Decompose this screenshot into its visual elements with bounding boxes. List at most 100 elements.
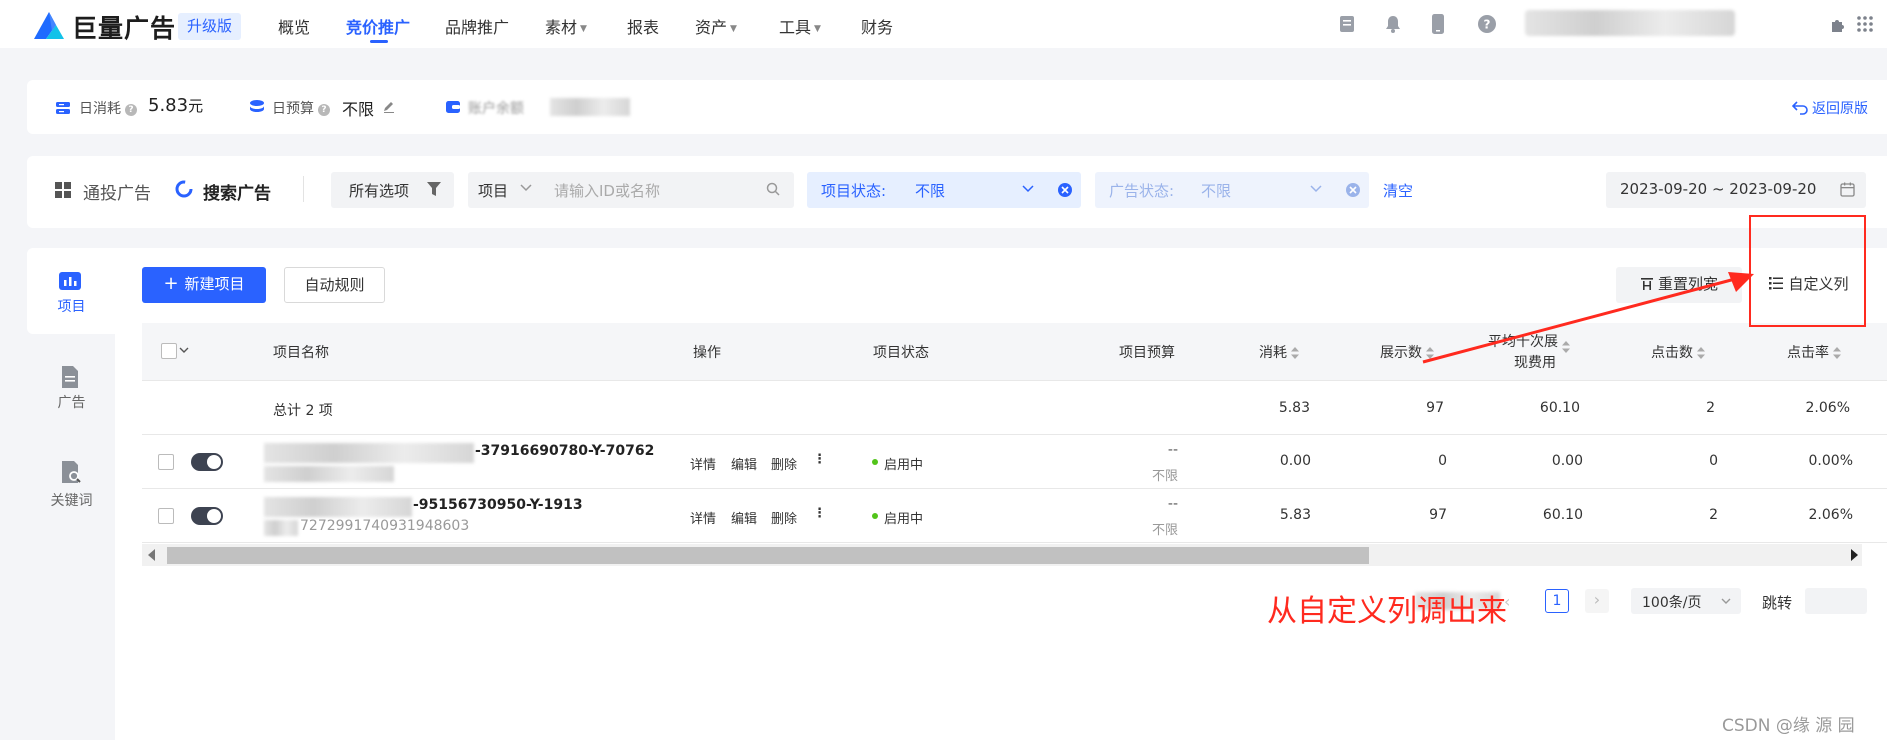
return-old-version-link[interactable]: 返回原版 [1812, 98, 1868, 118]
sidebar-item-ad[interactable]: 广告 [14, 392, 129, 412]
chevron-down-icon[interactable] [520, 184, 532, 192]
filter-funnel-icon [427, 182, 441, 197]
daily-budget-label: 日预算? [272, 98, 330, 118]
help-icon[interactable]: ? [1477, 14, 1497, 34]
column-header-ctr-label: 点击率 [1787, 345, 1829, 361]
edit-link[interactable]: 编辑 [731, 454, 757, 473]
select-all-checkbox[interactable] [161, 343, 177, 359]
column-header-status[interactable]: 项目状态 [873, 342, 929, 362]
column-header-budget[interactable]: 项目预算 [1119, 342, 1175, 362]
budget-dash: -- [1167, 496, 1178, 512]
clear-circle-icon[interactable] [1345, 182, 1361, 198]
help-icon[interactable]: ? [125, 104, 137, 116]
sort-icon[interactable] [1833, 347, 1841, 359]
tab-divider [303, 176, 304, 202]
nav-item-tools[interactable]: 工具 ▼ [779, 14, 821, 38]
project-chart-icon[interactable] [59, 270, 81, 290]
general-ads-grid-icon [55, 182, 71, 198]
row-name-blurred [264, 443, 474, 463]
nav-item-bidding[interactable]: 竞价推广 [346, 14, 410, 38]
scrollbar-thumb[interactable] [167, 547, 1369, 564]
chevron-down-icon [1022, 185, 1034, 193]
more-vertical-icon[interactable]: ⋮ [813, 506, 826, 521]
account-name-blurred[interactable] [1525, 10, 1735, 36]
column-header-impressions-label: 展示数 [1380, 345, 1422, 361]
chevron-down-icon [1721, 598, 1731, 605]
sidebar-item-keyword[interactable]: 关键词 [14, 490, 129, 510]
details-link[interactable]: 详情 [690, 508, 716, 527]
logo-text[interactable]: 巨量广告 [72, 9, 176, 45]
scroll-left-arrow-icon[interactable] [148, 549, 156, 561]
row-checkbox[interactable] [158, 454, 174, 470]
app-grid-icon[interactable] [1855, 14, 1875, 34]
row-checkbox[interactable] [158, 508, 174, 524]
keyword-search-doc-icon[interactable] [60, 461, 82, 483]
toggle-knob [207, 509, 221, 523]
chevron-down-icon[interactable] [179, 347, 189, 354]
auto-rules-button[interactable]: 自动规则 [284, 267, 385, 303]
next-page-chevron-icon[interactable]: › [1585, 589, 1609, 613]
upgrade-badge[interactable]: 升级版 [178, 13, 242, 40]
scroll-right-arrow-icon[interactable] [1850, 549, 1858, 561]
delete-link[interactable]: 删除 [771, 454, 797, 473]
column-header-ctr[interactable]: 点击率 [1787, 342, 1841, 362]
more-vertical-icon[interactable]: ⋮ [813, 452, 826, 467]
nav-item-materials[interactable]: 素材 ▼ [545, 14, 587, 38]
return-arrow-icon[interactable] [1792, 99, 1808, 115]
ad-status-select[interactable]: 广告状态: 不限 [1095, 172, 1369, 208]
edit-link[interactable]: 编辑 [731, 508, 757, 527]
project-id: 7272991740931948603 [300, 518, 470, 534]
clear-filters-link[interactable]: 清空 [1383, 180, 1413, 201]
new-project-label: 新建项目 [184, 275, 245, 293]
status-text: 启用中 [884, 512, 924, 527]
page-number-current[interactable]: 1 [1545, 589, 1569, 613]
row-avg-cpm: 0.00 [1551, 453, 1583, 469]
total-ctr: 2.06% [1805, 400, 1850, 416]
clear-circle-icon[interactable] [1057, 182, 1073, 198]
tab-search-ads[interactable]: 搜索广告 [203, 179, 271, 204]
column-header-spend[interactable]: 消耗 [1259, 342, 1299, 362]
details-link[interactable]: 详情 [690, 454, 716, 473]
row-impressions: 97 [1429, 507, 1447, 523]
nav-item-assets[interactable]: 资产 ▼ [695, 14, 737, 38]
edit-pencil-icon[interactable] [382, 100, 396, 114]
total-spend: 5.83 [1278, 400, 1310, 416]
project-status-select[interactable]: 项目状态: 不限 [807, 172, 1081, 208]
ocean-engine-logo-icon[interactable] [30, 10, 68, 40]
ad-document-icon[interactable] [60, 366, 80, 388]
new-project-button[interactable]: + 新建项目 [142, 267, 266, 303]
row-ctr: 2.06% [1808, 507, 1853, 523]
sort-icon[interactable] [1291, 347, 1299, 359]
daily-budget-value: 不限 [342, 100, 375, 119]
sidebar-item-project[interactable]: 项目 [14, 296, 129, 316]
project-status-label: 项目状态: [821, 182, 887, 200]
search-scope-select[interactable]: 项目 [478, 180, 508, 201]
search-input[interactable]: 请输入ID或名称 [554, 180, 660, 201]
project-name[interactable]: -37916690780-Y-70762 [475, 443, 654, 459]
project-name[interactable]: -95156730950-Y-1913 [413, 497, 583, 513]
nav-item-brand[interactable]: 品牌推广 [445, 14, 509, 38]
puzzle-icon[interactable] [1828, 14, 1848, 34]
search-icon[interactable] [766, 182, 780, 196]
chevron-down-icon: ▼ [580, 24, 587, 34]
project-status-value: 不限 [915, 182, 946, 200]
help-icon[interactable]: ? [318, 104, 330, 116]
nav-item-overview[interactable]: 概览 [278, 14, 310, 38]
all-options-button[interactable]: 所有选项 [331, 172, 454, 208]
budget-value: 不限 [1151, 523, 1178, 538]
mobile-phone-icon[interactable] [1430, 13, 1446, 35]
project-id-blurred [264, 520, 298, 536]
date-range-picker[interactable]: 2023-09-20 ~ 2023-09-20 [1606, 172, 1866, 208]
column-header-project-name[interactable]: 项目名称 [273, 342, 329, 362]
nav-item-finance[interactable]: 财务 [861, 14, 893, 38]
document-icon[interactable] [1337, 14, 1357, 34]
annotation-text: 从自定义列调出来 [1267, 594, 1507, 629]
tab-general-ads[interactable]: 通投广告 [83, 179, 151, 204]
jump-page-input[interactable] [1805, 588, 1867, 614]
daily-spend-label-text: 日消耗 [79, 101, 121, 117]
bell-icon[interactable] [1383, 14, 1403, 34]
delete-link[interactable]: 删除 [771, 508, 797, 527]
nav-item-reports[interactable]: 报表 [627, 14, 659, 38]
page-size-select[interactable]: 100条/页 [1631, 588, 1741, 614]
budget-coins-icon [249, 99, 265, 115]
